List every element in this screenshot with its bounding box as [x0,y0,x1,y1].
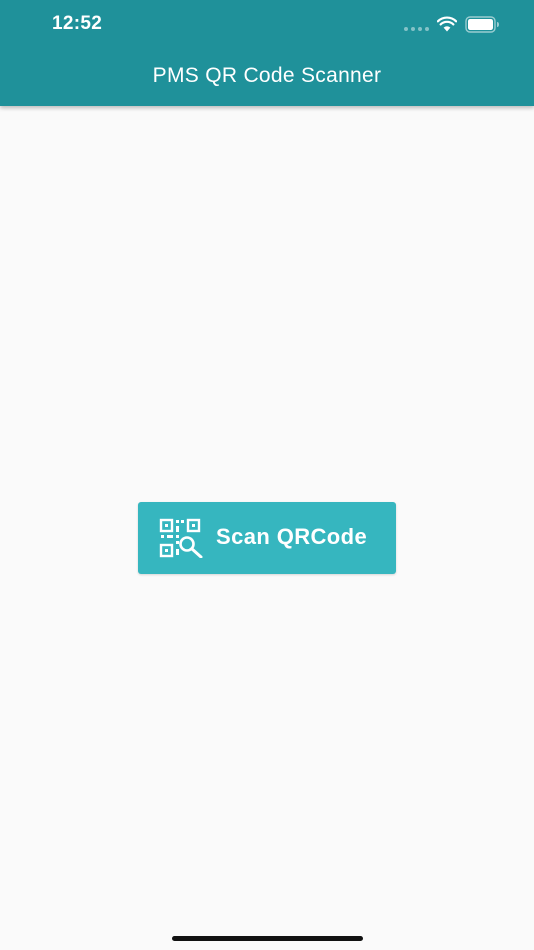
battery-icon [465,16,499,33]
scan-qrcode-button[interactable]: Scan QRCode [138,502,396,574]
page-title: PMS QR Code Scanner [152,64,382,87]
app-bar: 12:52 PMS QR Code Scanner [0,0,534,106]
cellular-signal-icon [404,27,430,32]
status-bar: 12:52 [0,0,534,50]
home-indicator[interactable] [172,936,363,941]
status-time: 12:52 [52,13,103,34]
wifi-icon [437,16,457,32]
app-screen: 12:52 PMS QR Code Scanner Scan QRCode [0,0,534,950]
qr-search-icon [159,518,203,558]
scan-qrcode-label: Scan QRCode [216,524,368,549]
